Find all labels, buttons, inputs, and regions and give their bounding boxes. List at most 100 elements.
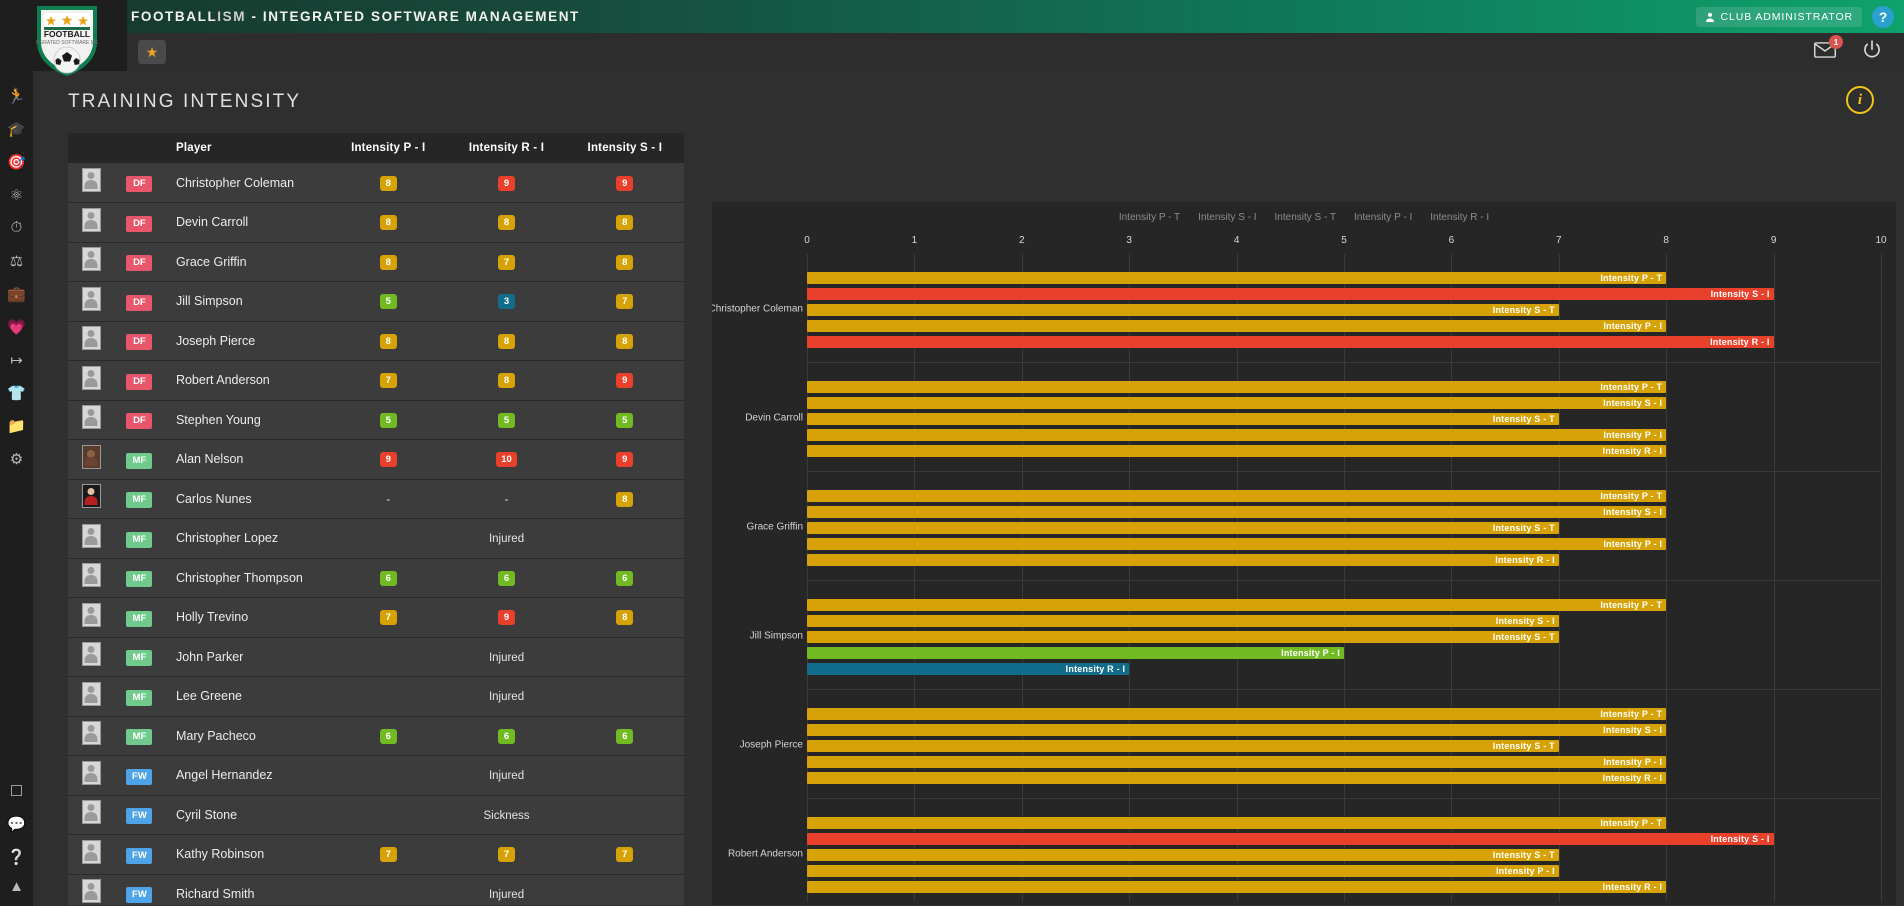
chart-bar[interactable]: Intensity S - I [807,615,1559,627]
col-photo[interactable] [68,133,115,163]
club-administrator-button[interactable]: CLUB ADMINISTRATOR [1695,6,1862,27]
col-position[interactable] [114,133,164,163]
player-name-cell[interactable]: Lee Greene [164,677,329,717]
messages-button[interactable]: 1 [1814,34,1843,63]
table-row[interactable]: MF John Parker Injured [68,637,684,677]
sidebar-item-medical[interactable]: 💗 [0,310,33,343]
sidebar-item-objectives[interactable]: 🎯 [0,145,33,178]
chart-bar[interactable]: Intensity P - T [807,599,1667,611]
sidebar-item-academy[interactable]: 🎓 [0,112,33,145]
chart-bar[interactable]: Intensity P - I [807,865,1559,877]
chart-bar[interactable]: Intensity S - T [807,740,1559,752]
table-row[interactable]: MF Mary Pacheco 6 6 6 [68,716,684,756]
chart-bar[interactable]: Intensity P - I [807,429,1667,441]
legend-item-0[interactable]: Intensity P - T [1119,212,1180,223]
chart-bar[interactable]: Intensity S - I [807,288,1774,300]
sidebar-item-kit[interactable]: 👕 [0,376,33,409]
chart-bar[interactable]: Intensity S - T [807,413,1559,425]
sidebar-item-club[interactable]: ▲ [0,873,33,906]
chart-bar[interactable]: Intensity S - I [807,506,1667,518]
chart-bar[interactable]: Intensity P - I [807,538,1667,550]
table-row[interactable]: DF Robert Anderson 7 8 9 [68,360,684,401]
sidebar-item-developer[interactable]: ☐ [0,774,33,807]
sidebar-item-support-chat[interactable]: 💬 [0,807,33,840]
col-intensity-p-i[interactable]: Intensity P - I [329,133,448,163]
table-row[interactable]: MF Lee Greene Injured [68,676,684,717]
chart-bar[interactable]: Intensity S - I [807,397,1667,409]
legend-item-3[interactable]: Intensity P - I [1354,212,1412,223]
chart-bar[interactable]: Intensity R - I [807,881,1667,893]
table-row[interactable]: DF Christopher Coleman 8 9 9 [68,163,684,203]
chart-bar[interactable]: Intensity P - T [807,490,1667,502]
player-name-cell[interactable]: Devin Carroll [164,203,329,243]
legend-item-4[interactable]: Intensity R - I [1430,212,1489,223]
favourites-button[interactable]: ★ [138,40,166,64]
club-crest-logo[interactable]: FOOTBALL INTEGRATED SOFTWARE MGMT [36,4,98,76]
player-name-cell[interactable]: Richard Smith [164,874,329,905]
player-name-cell[interactable]: Christopher Thompson [164,558,329,598]
player-name-cell[interactable]: Alan Nelson [164,440,329,480]
player-name-cell[interactable]: Holly Trevino [164,598,329,638]
table-row[interactable]: MF Christopher Lopez Injured [68,518,684,559]
chart-bar[interactable]: Intensity P - T [807,708,1667,720]
chart-bar[interactable]: Intensity S - T [807,849,1559,861]
player-name-cell[interactable]: Carlos Nunes [164,479,329,519]
player-name-cell[interactable]: Kathy Robinson [164,835,329,875]
chart-bar[interactable]: Intensity S - T [807,304,1559,316]
chart-bar[interactable]: Intensity S - T [807,631,1559,643]
table-row[interactable]: FW Richard Smith Injured [68,874,684,905]
chart-bar[interactable]: Intensity P - T [807,272,1667,284]
sidebar-item-settings[interactable]: ⚙ [0,442,33,475]
chart-bar[interactable]: Intensity S - I [807,833,1774,845]
player-name-cell[interactable]: Cyril Stone [164,795,329,835]
players-table-container[interactable]: Player Intensity P - I Intensity R - I I… [68,133,684,905]
chart-bar[interactable]: Intensity R - I [807,554,1559,566]
player-name-cell[interactable]: Robert Anderson [164,361,329,401]
table-row[interactable]: DF Jill Simpson 5 3 7 [68,281,684,322]
chart-bar[interactable]: Intensity P - I [807,756,1667,768]
player-name-cell[interactable]: Grace Griffin [164,242,329,282]
table-row[interactable]: DF Joseph Pierce 8 8 8 [68,321,684,361]
chart-bar[interactable]: Intensity P - I [807,647,1344,659]
chart-bar[interactable]: Intensity P - T [807,381,1667,393]
player-name-cell[interactable]: Christopher Coleman [164,163,329,203]
chart-bar[interactable]: Intensity P - T [807,817,1667,829]
sidebar-item-finance[interactable]: 💼 [0,277,33,310]
player-name-cell[interactable]: Jill Simpson [164,282,329,322]
chart-bar[interactable]: Intensity R - I [807,663,1130,675]
question-mark-icon[interactable]: ? [1872,5,1894,28]
table-row[interactable]: MF Holly Trevino 7 9 8 [68,597,684,638]
chart-bar[interactable]: Intensity S - T [807,522,1559,534]
chart-bar[interactable]: Intensity R - I [807,336,1774,348]
player-name-cell[interactable]: John Parker [164,637,329,677]
table-row[interactable]: MF Alan Nelson 9 10 9 [68,439,684,480]
table-row[interactable]: DF Devin Carroll 8 8 8 [68,202,684,243]
table-row[interactable]: DF Stephen Young 5 5 5 [68,400,684,440]
chart-bar[interactable]: Intensity S - I [807,724,1667,736]
col-intensity-r-i[interactable]: Intensity R - I [447,133,566,163]
col-player[interactable]: Player [163,133,330,163]
col-intensity-s-i[interactable]: Intensity S - I [565,133,684,163]
sidebar-item-documents[interactable]: 📁 [0,409,33,442]
sidebar-item-training[interactable]: 🏃 [0,79,33,112]
chart-bar[interactable]: Intensity R - I [807,445,1667,457]
chart-bar[interactable]: Intensity P - I [807,320,1667,332]
table-row[interactable]: FW Angel Hernandez Injured [68,755,684,795]
logout-button[interactable] [1862,39,1882,65]
player-name-cell[interactable]: Stephen Young [164,400,329,440]
table-row[interactable]: FW Cyril Stone Sickness [68,795,684,835]
table-row[interactable]: MF Carlos Nunes - - 8 [68,479,684,519]
legend-item-1[interactable]: Intensity S - I [1198,212,1256,223]
intensity-chart-panel[interactable]: Intensity P - T Intensity S - I Intensity … [712,202,1896,905]
sidebar-item-measurements[interactable]: ↦ [0,343,33,376]
player-name-cell[interactable]: Mary Pacheco [164,716,329,756]
sidebar-item-legal[interactable]: ⚖ [0,244,33,277]
player-name-cell[interactable]: Christopher Lopez [164,519,329,559]
legend-item-2[interactable]: Intensity S - T [1275,212,1337,223]
sidebar-item-help[interactable]: ❔ [0,840,33,873]
sidebar-item-tactics[interactable]: ⚛ [0,178,33,211]
player-name-cell[interactable]: Joseph Pierce [164,321,329,361]
table-row[interactable]: MF Christopher Thompson 6 6 6 [68,558,684,598]
sidebar-item-performance[interactable]: ⏱ [0,211,33,244]
table-row[interactable]: DF Grace Griffin 8 7 8 [68,242,684,282]
